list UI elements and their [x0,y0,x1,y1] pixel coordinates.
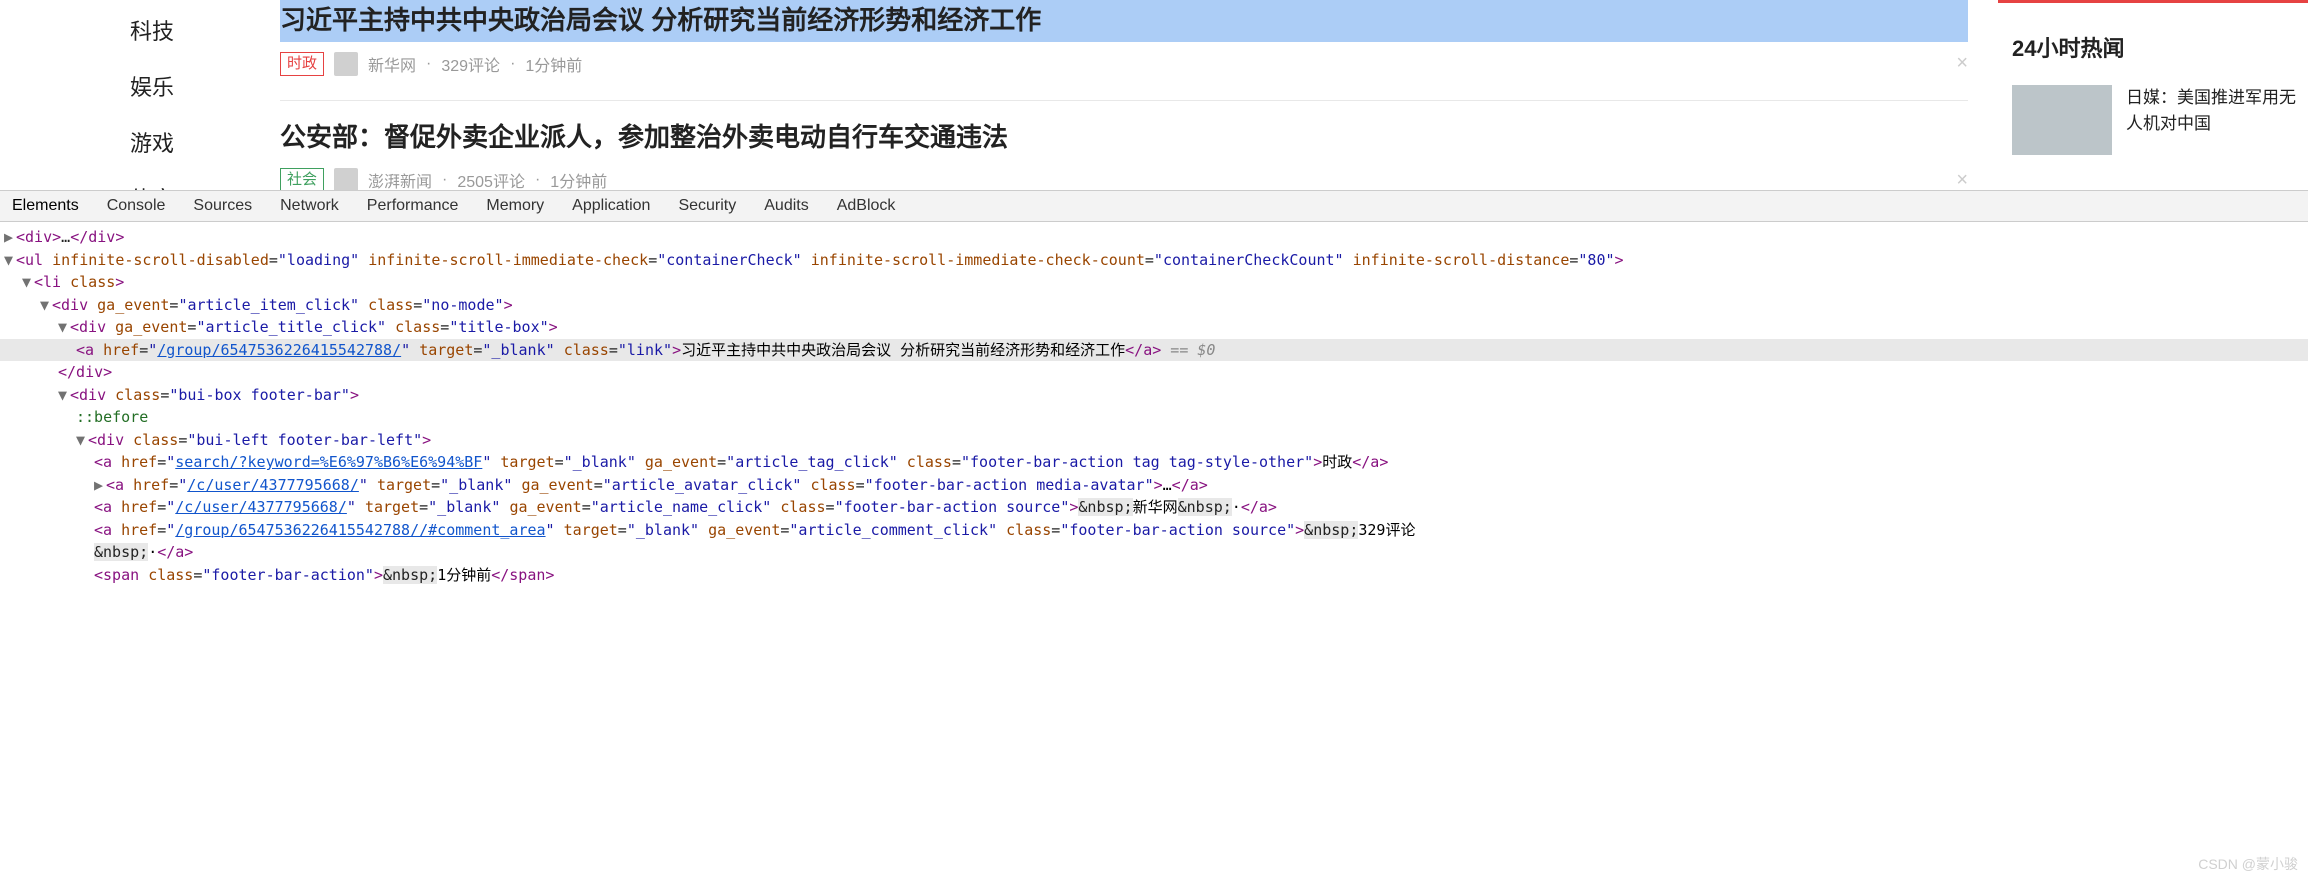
tab-console[interactable]: Console [107,197,166,215]
hot-news-item[interactable]: 日媒：美国推进军用无人机对中国 [2012,85,2308,155]
sidebar-item-tech[interactable]: 科技 [130,2,270,58]
dom-node[interactable]: <a href="/c/user/4377795668/" target="_b… [0,496,2308,519]
tab-elements[interactable]: Elements [12,197,79,215]
hot-news-text: 日媒：美国推进军用无人机对中国 [2126,85,2308,136]
article-footer: 社会 澎湃新闻 · 2505评论 · 1分钟前 × [280,168,1968,190]
dom-node[interactable]: </div> [0,361,2308,384]
article-title-link[interactable]: 公安部：督促外卖企业派人，参加整治外卖电动自行车交通违法 [280,117,1968,159]
collapse-arrow-icon[interactable]: ▼ [76,429,88,452]
href-link[interactable]: /c/user/4377795668/ [187,476,359,494]
dot: · [535,171,540,189]
dom-node[interactable]: <a href="/group/6547536226415542788//#co… [0,519,2308,542]
sidebar-item-game[interactable]: 游戏 [130,114,270,170]
tab-network[interactable]: Network [280,197,339,215]
source-avatar[interactable] [334,52,358,76]
devtools-tabs: Elements Console Sources Network Perform… [0,191,2308,222]
href-link[interactable]: /group/6547536226415542788/ [157,341,401,359]
dom-node[interactable]: ▼<li class> [0,271,2308,294]
expand-arrow-icon[interactable]: ▶ [94,474,106,497]
close-icon[interactable]: × [1956,169,1968,190]
collapse-arrow-icon[interactable]: ▼ [58,316,70,339]
main-feed: 习近平主持中共中央政治局会议 分析研究当前经济形势和经济工作 时政 新华网 · … [270,0,1998,190]
href-link[interactable]: search/?keyword=%E6%97%B6%E6%94%BF [175,453,482,471]
article-time: 1分钟前 [550,168,607,190]
category-sidebar: 科技 娱乐 游戏 体育 [0,0,270,190]
article-source[interactable]: 澎湃新闻 [368,168,432,190]
hot-news-thumb [2012,85,2112,155]
dom-node-cont[interactable]: &nbsp;·</a> [0,541,2308,564]
divider [280,100,1968,101]
dom-pseudo[interactable]: ::before [0,406,2308,429]
dot: · [442,171,447,189]
collapse-arrow-icon[interactable]: ▼ [58,384,70,407]
article-item: 公安部：督促外卖企业派人，参加整治外卖电动自行车交通违法 社会 澎湃新闻 · 2… [280,117,1968,190]
dom-node[interactable]: ▼<div class="bui-box footer-bar"> [0,384,2308,407]
tab-sources[interactable]: Sources [193,197,252,215]
expand-arrow-icon[interactable]: ▶ [4,226,16,249]
dom-node[interactable]: ▼<div ga_event="article_title_click" cla… [0,316,2308,339]
sidebar-item-sports[interactable]: 体育 [130,170,270,190]
article-tag[interactable]: 社会 [280,168,324,190]
hot-news-title: 24小时热闻 [2012,17,2308,85]
article-time: 1分钟前 [525,52,582,76]
dot: · [510,55,515,73]
source-avatar[interactable] [334,168,358,190]
tab-memory[interactable]: Memory [486,197,544,215]
dom-node[interactable]: ▶<div>…</div> [0,226,2308,249]
dom-node[interactable]: <a href="search/?keyword=%E6%97%B6%E6%94… [0,451,2308,474]
article-source[interactable]: 新华网 [368,52,416,76]
collapse-arrow-icon[interactable]: ▼ [22,271,34,294]
article-item: 习近平主持中共中央政治局会议 分析研究当前经济形势和经济工作 时政 新华网 · … [280,0,1968,94]
selected-indicator: == $0 [1161,341,1215,359]
dom-node[interactable]: <span class="footer-bar-action">&nbsp;1分… [0,564,2308,587]
dom-node[interactable]: ▶<a href="/c/user/4377795668/" target="_… [0,474,2308,497]
article-comments[interactable]: 329评论 [441,52,500,76]
hot-news-panel: 24小时热闻 日媒：美国推进军用无人机对中国 [1998,0,2308,190]
tab-adblock[interactable]: AdBlock [837,197,896,215]
href-link[interactable]: /c/user/4377795668/ [175,498,347,516]
dom-node[interactable]: ▼<div class="bui-left footer-bar-left"> [0,429,2308,452]
dot: · [426,55,431,73]
tab-application[interactable]: Application [572,197,650,215]
href-link[interactable]: /group/6547536226415542788//#comment_are… [175,521,545,539]
watermark: CSDN @蒙小骏 [2198,854,2298,874]
tab-performance[interactable]: Performance [367,197,459,215]
devtools-panel: Elements Console Sources Network Perform… [0,190,2308,590]
collapse-arrow-icon[interactable]: ▼ [40,294,52,317]
tab-audits[interactable]: Audits [764,197,808,215]
article-title-link[interactable]: 习近平主持中共中央政治局会议 分析研究当前经济形势和经济工作 [280,0,1968,42]
article-footer: 时政 新华网 · 329评论 · 1分钟前 × [280,52,1968,76]
dom-node[interactable]: ▼<div ga_event="article_item_click" clas… [0,294,2308,317]
dom-node-selected[interactable]: <a href="/group/6547536226415542788/" ta… [0,339,2308,362]
tab-security[interactable]: Security [678,197,736,215]
article-comments[interactable]: 2505评论 [457,168,525,190]
collapse-arrow-icon[interactable]: ▼ [4,249,16,272]
dom-node[interactable]: ▼<ul infinite-scroll-disabled="loading" … [0,249,2308,272]
sidebar-item-entertainment[interactable]: 娱乐 [130,58,270,114]
elements-tree[interactable]: ▶<div>…</div> ▼<ul infinite-scroll-disab… [0,222,2308,590]
close-icon[interactable]: × [1956,52,1968,75]
article-tag[interactable]: 时政 [280,52,324,76]
news-page: 科技 娱乐 游戏 体育 习近平主持中共中央政治局会议 分析研究当前经济形势和经济… [0,0,2308,190]
